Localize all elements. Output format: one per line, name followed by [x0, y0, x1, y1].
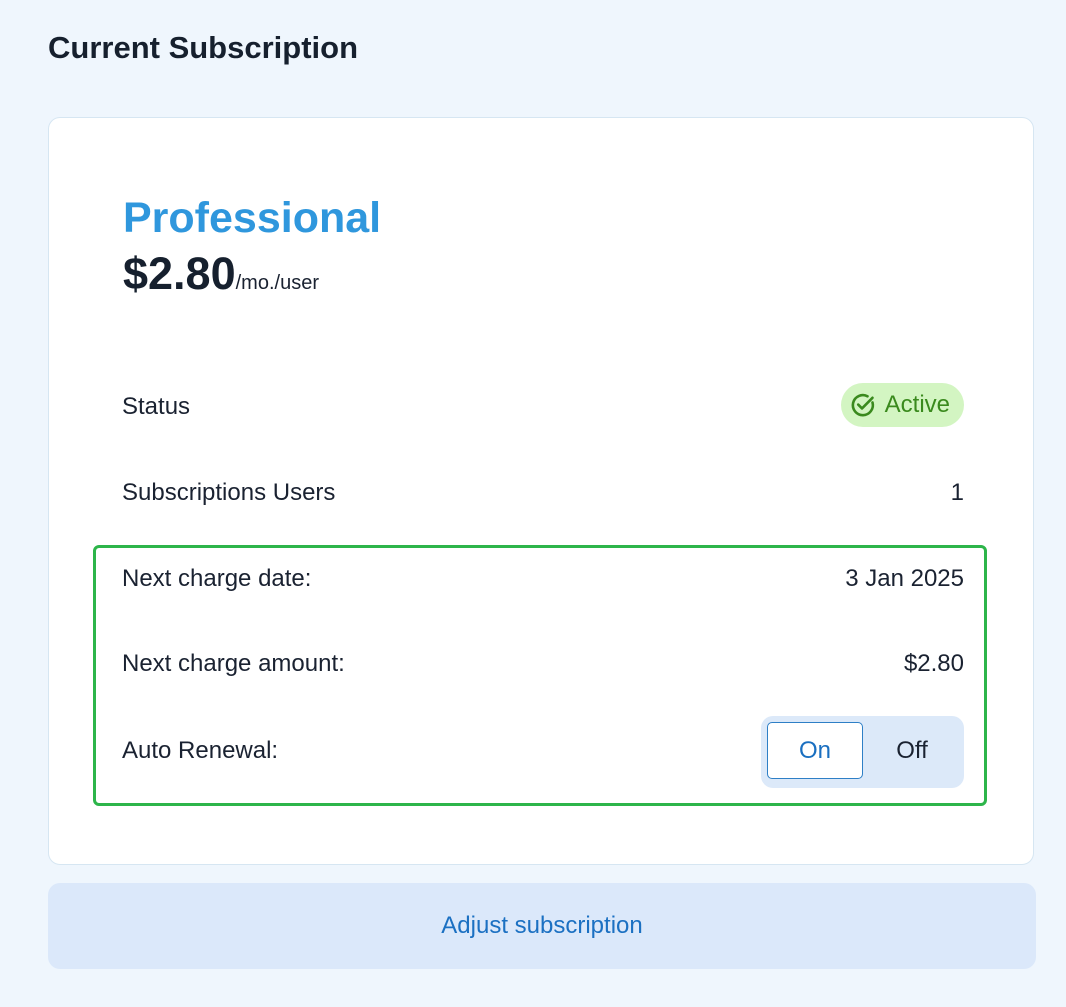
next-charge-amount-label: Next charge amount: [122, 650, 345, 677]
users-label: Subscriptions Users [122, 479, 336, 506]
auto-renewal-on-button[interactable]: On [767, 722, 863, 779]
auto-renewal-toggle: On Off [761, 716, 964, 788]
plan-name: Professional [123, 194, 382, 242]
status-badge: Active [840, 383, 964, 427]
next-charge-date-value: 3 Jan 2025 [845, 565, 964, 592]
users-value: 1 [950, 479, 964, 506]
auto-renewal-off-button[interactable]: Off [866, 722, 958, 779]
next-charge-amount-value: $2.80 [903, 650, 964, 677]
auto-renewal-label: Auto Renewal: [122, 737, 279, 764]
check-circle-icon [849, 391, 877, 419]
next-charge-date-label: Next charge date: [122, 565, 312, 592]
subscription-card: Professional $2.80/mo./user Status Activ… [48, 117, 1034, 865]
adjust-subscription-button[interactable]: Adjust subscription [48, 883, 1036, 969]
status-label: Status [122, 393, 191, 420]
plan-price: $2.80/mo./user [123, 248, 319, 300]
price-amount: $2.80 [123, 248, 236, 299]
price-unit: /mo./user [235, 272, 319, 294]
page-title: Current Subscription [48, 30, 359, 65]
status-value: Active [884, 391, 950, 418]
